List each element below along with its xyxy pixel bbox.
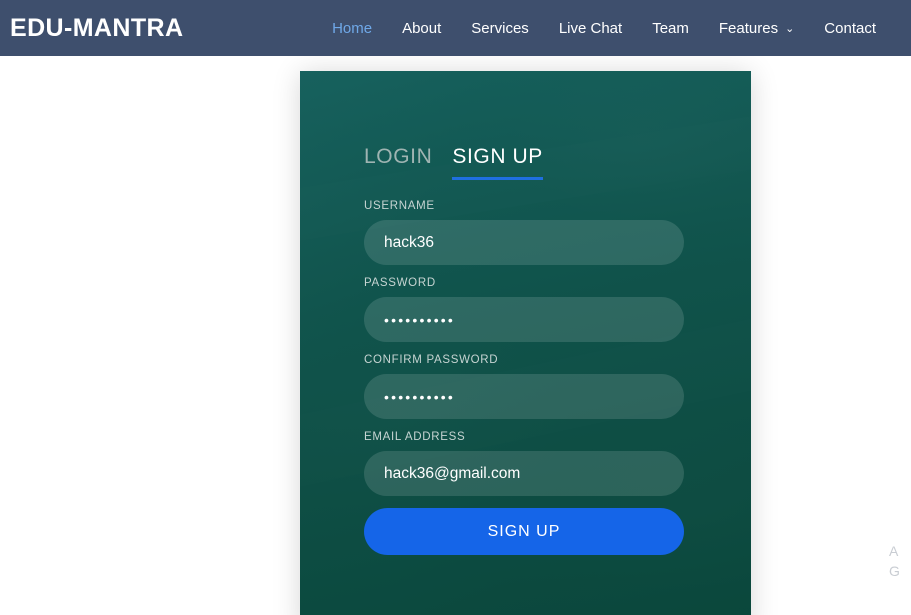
chevron-down-icon: ⌄ xyxy=(785,22,795,35)
nav-item-team-label: Team xyxy=(652,19,689,37)
nav-item-features[interactable]: Features ⌄ xyxy=(704,21,809,36)
nav-item-team[interactable]: Team xyxy=(637,21,704,36)
edge-widget-line-2: G xyxy=(889,563,900,579)
username-input[interactable] xyxy=(364,220,684,266)
tab-login[interactable]: LOGIN xyxy=(364,145,432,180)
nav-item-contact[interactable]: Contact xyxy=(809,21,891,36)
nav-item-contact-label: Contact xyxy=(824,19,876,37)
field-email: EMAIL ADDRESS xyxy=(364,431,687,497)
field-password-label: PASSWORD xyxy=(364,277,436,290)
signup-submit-button[interactable]: SIGN UP xyxy=(364,508,684,556)
tab-signup[interactable]: SIGN UP xyxy=(452,145,543,181)
edge-widget-cropped: A G xyxy=(889,541,911,581)
nav-item-about-label: About xyxy=(402,19,442,37)
nav-item-services[interactable]: Services xyxy=(456,21,544,36)
nav-links: Home About Services Live Chat Team Featu… xyxy=(317,21,891,36)
confirm-password-input[interactable] xyxy=(364,374,684,420)
field-password: PASSWORD xyxy=(364,277,687,343)
nav-item-features-label: Features xyxy=(718,19,779,37)
top-navigation-bar: EDU-MANTRA Home About Services Live Chat… xyxy=(0,0,911,56)
nav-item-live-chat-label: Live Chat xyxy=(558,19,623,37)
auth-form: LOGIN SIGN UP USERNAME PASSWORD CONFIRM … xyxy=(300,71,751,615)
nav-item-services-label: Services xyxy=(471,19,529,37)
nav-item-about[interactable]: About xyxy=(387,21,456,36)
page-body: A G LOGIN SIGN UP USERNAME PASSWORD CONF… xyxy=(0,56,911,615)
nav-item-live-chat[interactable]: Live Chat xyxy=(544,21,637,36)
nav-item-home-label: Home xyxy=(332,19,373,37)
password-input[interactable] xyxy=(364,297,684,343)
nav-item-home[interactable]: Home xyxy=(317,21,387,36)
field-email-label: EMAIL ADDRESS xyxy=(364,431,466,444)
field-username-label: USERNAME xyxy=(364,200,435,213)
brand-logo[interactable]: EDU-MANTRA xyxy=(10,14,183,43)
auth-card: LOGIN SIGN UP USERNAME PASSWORD CONFIRM … xyxy=(300,71,751,615)
field-username: USERNAME xyxy=(364,200,687,266)
email-input[interactable] xyxy=(364,451,684,497)
auth-tabs: LOGIN SIGN UP xyxy=(364,145,687,181)
field-confirm-password-label: CONFIRM PASSWORD xyxy=(364,354,499,367)
edge-widget-line-1: A xyxy=(889,543,899,559)
field-confirm-password: CONFIRM PASSWORD xyxy=(364,354,687,420)
